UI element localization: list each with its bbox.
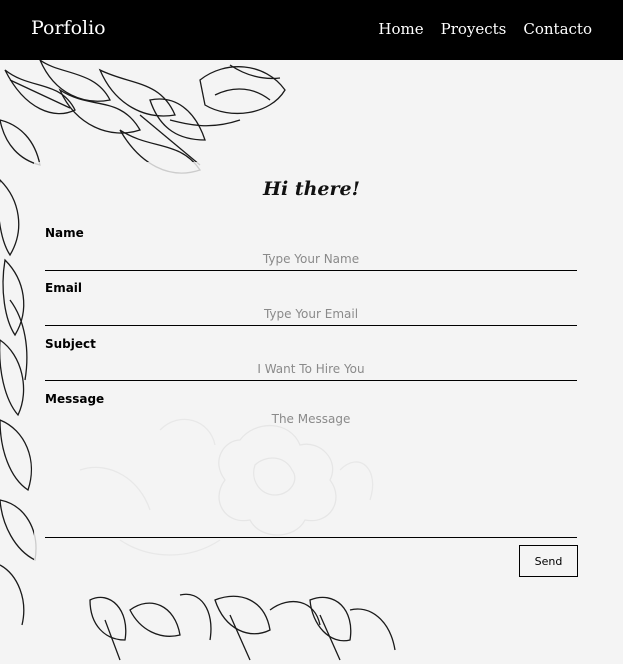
message-label: Message xyxy=(45,392,105,406)
nav-link-home[interactable]: Home xyxy=(378,20,423,38)
nav-link-proyects[interactable]: Proyects xyxy=(441,20,507,38)
name-label: Name xyxy=(45,226,84,240)
email-input[interactable] xyxy=(45,303,577,326)
send-button[interactable]: Send xyxy=(519,545,578,577)
subject-input[interactable] xyxy=(45,358,577,381)
email-label: Email xyxy=(45,281,83,295)
brand-logo[interactable]: Porfolio xyxy=(31,17,106,39)
form-greeting: Hi there! xyxy=(263,178,360,200)
navbar: Porfolio Home Proyects Contacto xyxy=(0,0,623,60)
nav-link-contacto[interactable]: Contacto xyxy=(523,20,592,38)
subject-label: Subject xyxy=(45,337,96,351)
message-textarea[interactable] xyxy=(45,410,577,538)
name-input[interactable] xyxy=(45,248,577,271)
nav-links: Home Proyects Contacto xyxy=(378,20,592,38)
